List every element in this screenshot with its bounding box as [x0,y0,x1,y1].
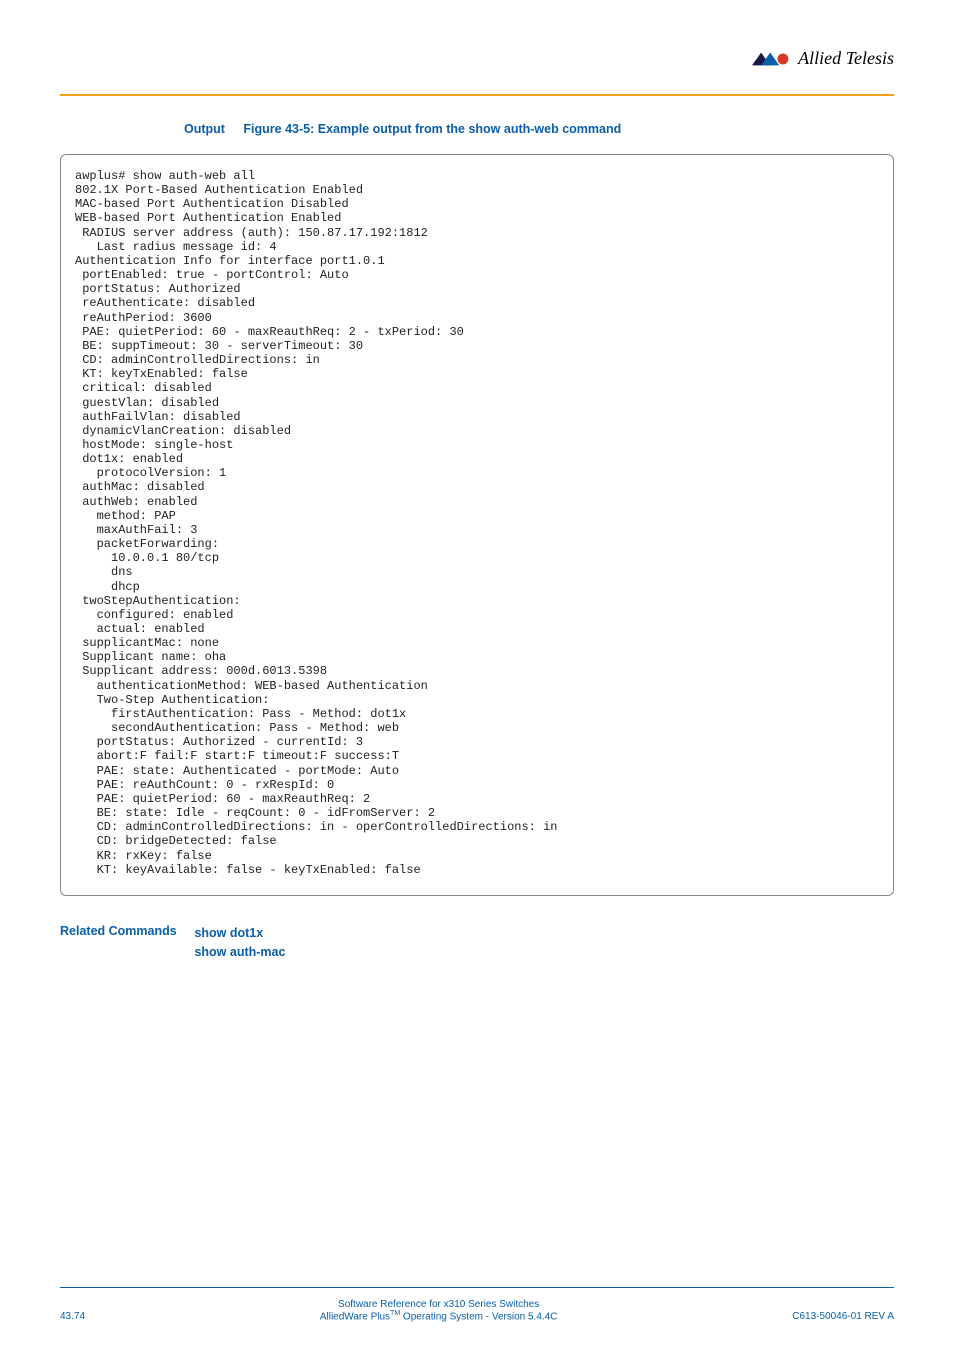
brand-name: Allied Telesis [798,48,894,69]
footer-product-suffix: Operating System - Version 5.4.4C [400,1311,557,1322]
brand-logo-icon [752,50,792,68]
output-label: Output [184,122,225,136]
code-output-box: awplus# show auth-web all 802.1X Port-Ba… [60,154,894,896]
footer-product-prefix: AlliedWare Plus [320,1311,390,1322]
related-commands-label: Related Commands [60,924,190,938]
related-link-show-auth-mac[interactable]: show auth-mac [194,943,285,962]
page-footer: 43.74 Software Reference for x310 Series… [60,1299,894,1322]
related-commands-row: Related Commands show dot1x show auth-ma… [60,924,894,962]
header-brand: Allied Telesis [752,48,894,69]
footer-page-ref: 43.74 [60,1311,85,1322]
figure-title: Figure 43-5: Example output from the sho… [243,122,621,136]
trademark-icon: TM [390,1310,400,1317]
code-output-text: awplus# show auth-web all 802.1X Port-Ba… [75,169,879,877]
related-link-show-dot1x[interactable]: show dot1x [194,924,285,943]
footer-divider [60,1287,894,1288]
header-divider [60,94,894,96]
footer-doc-ref: C613-50046-01 REV A [792,1311,894,1322]
output-heading-row: Output Figure 43-5: Example output from … [60,120,894,138]
footer-subtitle: AlliedWare PlusTM Operating System - Ver… [85,1310,792,1322]
footer-center: Software Reference for x310 Series Switc… [85,1299,792,1322]
footer-title: Software Reference for x310 Series Switc… [85,1299,792,1310]
